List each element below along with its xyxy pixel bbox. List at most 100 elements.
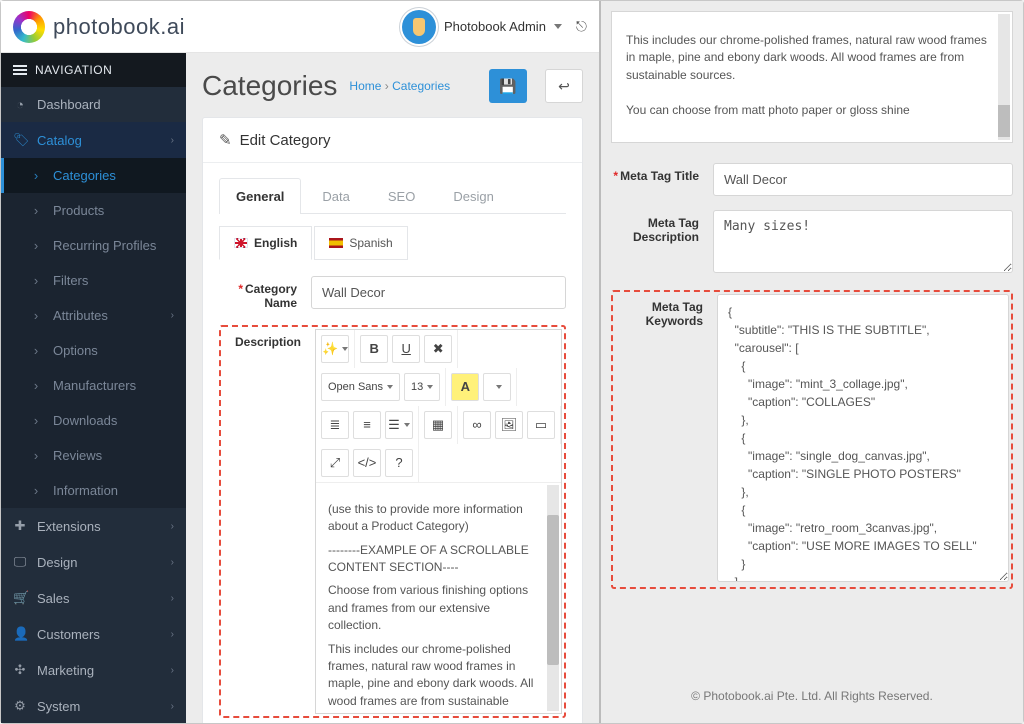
scrollbar[interactable] xyxy=(547,485,559,711)
sidebar-item-manufacturers[interactable]: ›Manufacturers xyxy=(1,368,186,403)
text-color-button[interactable]: A xyxy=(451,373,479,401)
sidebar-item-marketing[interactable]: ✣Marketing› xyxy=(1,652,186,688)
tab-seo[interactable]: SEO xyxy=(371,178,432,214)
chevron-right-icon: › xyxy=(29,273,43,288)
style-button[interactable]: ✨ xyxy=(321,335,349,363)
tab-design[interactable]: Design xyxy=(436,178,510,214)
scrollbar-thumb[interactable] xyxy=(547,515,559,665)
underline-button[interactable]: U xyxy=(392,335,420,363)
sidebar-item-system[interactable]: ⚙System› xyxy=(1,688,186,723)
scrollbar-thumb[interactable] xyxy=(998,105,1010,138)
sidebar-item-label: Marketing xyxy=(37,663,94,678)
sidebar-item-sales[interactable]: 🛒Sales› xyxy=(1,580,186,616)
font-size-select[interactable]: 13 xyxy=(404,373,440,401)
fullscreen-button[interactable]: ⤢ xyxy=(321,449,349,477)
menu-icon[interactable] xyxy=(13,65,27,75)
wysiwyg-content-continued[interactable]: This includes our chrome-polished frames… xyxy=(612,12,1012,142)
user-menu[interactable]: Photobook Admin xyxy=(402,10,562,44)
table-button[interactable]: ▦ xyxy=(424,411,452,439)
ol-button[interactable]: ≡ xyxy=(353,411,381,439)
breadcrumb-current[interactable]: Categories xyxy=(392,79,450,93)
puzzle-icon: ✚ xyxy=(13,518,27,534)
sidebar-item-label: Recurring Profiles xyxy=(53,238,156,253)
meta-title-input[interactable] xyxy=(713,163,1013,196)
description-editor-continued: This includes our chrome-polished frames… xyxy=(611,11,1013,143)
sidebar-item-products[interactable]: ›Products xyxy=(1,193,186,228)
back-button[interactable]: ↩ xyxy=(545,69,583,103)
chevron-down-icon xyxy=(554,24,562,29)
user-icon: 👤 xyxy=(13,626,27,642)
sidebar-item-extensions[interactable]: ✚Extensions› xyxy=(1,508,186,544)
language-tabs: EnglishSpanish xyxy=(219,226,566,260)
tag-icon: 🏷 xyxy=(13,132,27,148)
sidebar-item-label: Attributes xyxy=(53,308,108,323)
meta-keywords-highlight: Meta Tag Keywords { "subtitle": "THIS IS… xyxy=(611,290,1013,589)
description-highlight: Description ✨ B U xyxy=(219,325,566,718)
help-button[interactable]: ? xyxy=(385,449,413,477)
chevron-right-icon: › xyxy=(171,629,174,640)
lang-tab-spanish[interactable]: Spanish xyxy=(314,226,407,260)
sidebar-item-label: Downloads xyxy=(53,413,117,428)
chevron-right-icon: › xyxy=(29,343,43,358)
sidebar-item-filters[interactable]: ›Filters xyxy=(1,263,186,298)
chevron-right-icon: › xyxy=(171,557,174,568)
sidebar-item-categories[interactable]: ›Categories xyxy=(1,158,186,193)
sidebar: NAVIGATION ◔Dashboard🏷Catalog››Categorie… xyxy=(1,53,186,723)
link-button[interactable]: ∞ xyxy=(463,411,491,439)
text-color-more-button[interactable] xyxy=(483,373,511,401)
breadcrumb-home[interactable]: Home xyxy=(349,79,381,93)
chevron-right-icon: › xyxy=(171,665,174,676)
meta-keywords-input[interactable]: { "subtitle": "THIS IS THE SUBTITLE", "c… xyxy=(717,294,1009,582)
bold-button[interactable]: B xyxy=(360,335,388,363)
flag-es-icon xyxy=(329,238,343,248)
image-button[interactable]: 🖼 xyxy=(495,411,523,439)
scrollbar[interactable] xyxy=(998,14,1010,140)
sidebar-item-design[interactable]: 🖵Design› xyxy=(1,544,186,580)
meta-description-input[interactable]: Many sizes! xyxy=(713,210,1013,273)
breadcrumb: Home › Categories xyxy=(349,79,450,93)
chevron-right-icon: › xyxy=(171,310,174,321)
user-name: Photobook Admin xyxy=(444,19,546,34)
category-name-input[interactable] xyxy=(311,276,566,309)
chevron-right-icon: › xyxy=(29,378,43,393)
sidebar-item-customers[interactable]: 👤Customers› xyxy=(1,616,186,652)
meta-keywords-label: Meta Tag Keywords xyxy=(615,294,703,329)
sidebar-item-label: Dashboard xyxy=(37,97,101,112)
clear-format-button[interactable]: ✖ xyxy=(424,335,452,363)
chevron-right-icon: › xyxy=(29,238,43,253)
wysiwyg-toolbar: ✨ B U ✖ Open Sans xyxy=(316,330,561,483)
brand-mark-icon xyxy=(13,11,45,43)
sidebar-item-reviews[interactable]: › Reviews xyxy=(1,438,186,473)
chevron-right-icon: › xyxy=(29,448,43,463)
sidebar-item-information[interactable]: ›Information xyxy=(1,473,186,508)
main-content: Categories Home › Categories 💾 ↩ xyxy=(186,53,599,723)
lang-tab-english[interactable]: English xyxy=(219,226,312,260)
meta-title-label: *Meta Tag Title xyxy=(611,163,699,183)
brand-logo[interactable]: photobook.ai xyxy=(13,11,185,43)
video-button[interactable]: ▭ xyxy=(527,411,555,439)
sidebar-item-recurring-profiles[interactable]: › Recurring Profiles xyxy=(1,228,186,263)
sidebar-item-label: Sales xyxy=(37,591,70,606)
paragraph-button[interactable]: ☰ xyxy=(385,411,413,439)
sidebar-item-options[interactable]: ›Options xyxy=(1,333,186,368)
sidebar-item-label: Products xyxy=(53,203,104,218)
tab-data[interactable]: Data xyxy=(305,178,366,214)
codeview-button[interactable]: </> xyxy=(353,449,381,477)
sidebar-item-downloads[interactable]: ›Downloads xyxy=(1,403,186,438)
logout-icon[interactable]: ⎋ xyxy=(576,18,587,35)
sidebar-item-catalog[interactable]: 🏷Catalog› xyxy=(1,122,186,158)
chevron-right-icon: › xyxy=(171,521,174,532)
panel-header: Edit Category xyxy=(203,118,582,163)
save-button[interactable]: 💾 xyxy=(489,69,527,103)
font-family-select[interactable]: Open Sans xyxy=(321,373,400,401)
sidebar-item-attributes[interactable]: ›Attributes› xyxy=(1,298,186,333)
form-tabs: GeneralDataSEODesign xyxy=(219,177,566,214)
chevron-right-icon: › xyxy=(171,135,174,146)
wysiwyg-content[interactable]: (use this to provide more information ab… xyxy=(316,483,561,713)
ul-button[interactable]: ≣ xyxy=(321,411,349,439)
chevron-right-icon: › xyxy=(29,168,43,183)
sidebar-item-dashboard[interactable]: ◔ Dashboard xyxy=(1,87,186,122)
speedometer-icon: ◔ xyxy=(13,97,27,112)
tab-general[interactable]: General xyxy=(219,178,301,214)
sidebar-item-label: Reviews xyxy=(53,448,102,463)
